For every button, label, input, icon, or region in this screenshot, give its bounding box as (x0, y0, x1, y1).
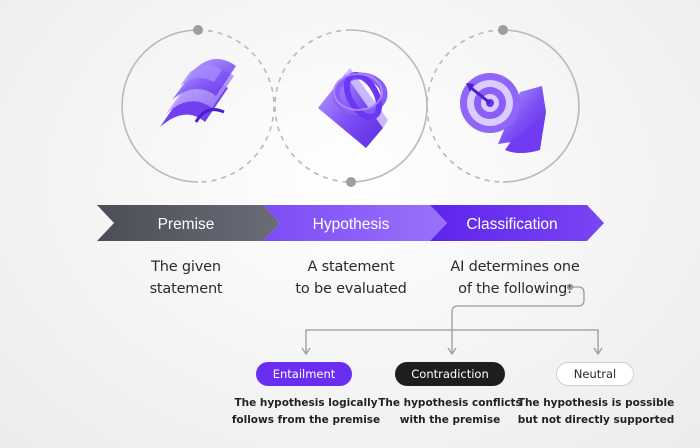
step-label-classification: Classification (466, 216, 557, 233)
target-icon (460, 73, 546, 153)
description-premise: The given statement (106, 256, 266, 300)
outcome-pill-neutral: Neutral (556, 362, 634, 386)
outcome-note-contradiction-line1: The hypothesis conflicts (378, 397, 522, 409)
description-hypothesis-line2: to be evaluated (295, 281, 407, 297)
connector-dot-top-right (498, 25, 508, 35)
outcome-note-contradiction: The hypothesis conflicts with the premis… (365, 395, 535, 429)
description-hypothesis-line1: A statement (307, 259, 395, 275)
step-label-premise: Premise (158, 216, 215, 233)
outcome-note-neutral-line1: The hypothesis is possible (517, 397, 675, 409)
description-classification-line1: AI determines one (450, 259, 580, 275)
outcome-note-neutral: The hypothesis is possible but not direc… (511, 395, 681, 429)
description-premise-line2: statement (149, 281, 223, 297)
description-premise-line1: The given (151, 259, 221, 275)
outcome-note-contradiction-line2: with the premise (399, 414, 501, 426)
rings-icon (318, 68, 388, 148)
outcome-pill-entailment: Entailment (256, 362, 352, 386)
step-label-hypothesis: Hypothesis (313, 216, 390, 233)
outcome-note-neutral-line2: but not directly supported (517, 414, 675, 426)
connector-dot-top-left (193, 25, 203, 35)
connector-dot-bottom-middle (346, 177, 356, 187)
papers-icon (160, 58, 236, 127)
description-hypothesis: A statement to be evaluated (266, 256, 436, 300)
step-banners: Premise Hypothesis Classification (97, 205, 604, 241)
description-classification: AI determines one of the following: (430, 256, 600, 300)
outcome-pill-contradiction: Contradiction (395, 362, 505, 386)
description-classification-line2: of the following: (458, 281, 572, 297)
